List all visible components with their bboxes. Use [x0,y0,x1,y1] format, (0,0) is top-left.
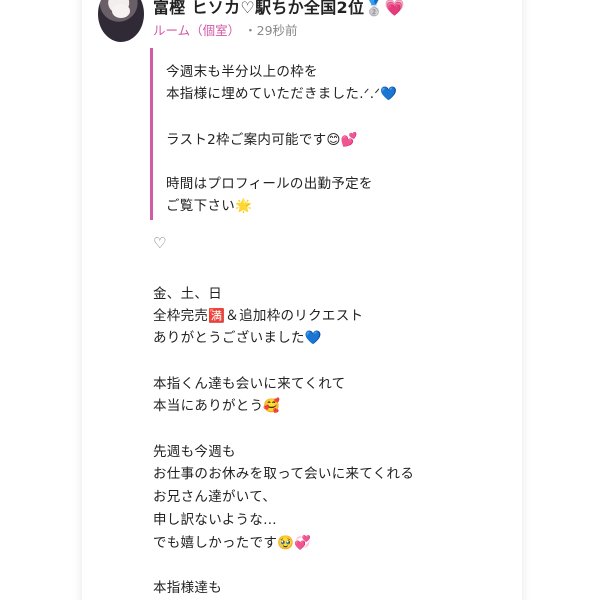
body-line: でも嬉しかったです🥹💞 [153,535,312,551]
body-line: 先週も今週も [153,444,236,460]
body-line: 金、土、日 [153,286,222,302]
quote-line: 今週末も半分以上の枠を [166,64,318,80]
quote-line: ご覧下さい🌟 [166,198,253,214]
body-line: 本指くん達も会いに来てくれて [153,376,346,392]
body-line: お仕事のお休みを取って会いに来てくれる [153,466,415,482]
body-line: 全枠完売🈵＆追加枠のリクエスト [153,308,364,324]
body-line: 申し訳ないような… [153,512,277,528]
category-link[interactable]: ルーム（個室） [153,23,240,38]
quote-line: 時間はプロフィールの出勤予定を [166,176,373,192]
author-name[interactable]: 富樫 ヒソカ♡駅ちか全国2位🥈💗 [153,0,405,18]
screen: 富樫 ヒソカ♡駅ちか全国2位🥈💗 ルーム（個室） ・29秒前 今週末も半分以上の… [0,0,600,600]
heart-outline-icon: ♡ [153,234,167,252]
post-meta: ルーム（個室） ・29秒前 [153,20,298,39]
body-line: 本指様達も [153,580,222,596]
time-ago: ・29秒前 [244,23,298,38]
body-line: ありがとうございました💙 [153,330,322,346]
quote-line: 本指様に埋めていただきました.ᐟ.ᐟ💙 [166,86,398,102]
quote-line: ラスト2枠ご案内可能です😊💕 [166,132,358,148]
body-line: お兄さん達がいて、 [153,489,277,505]
body-line: 本当にありがとう🥰 [153,398,281,414]
